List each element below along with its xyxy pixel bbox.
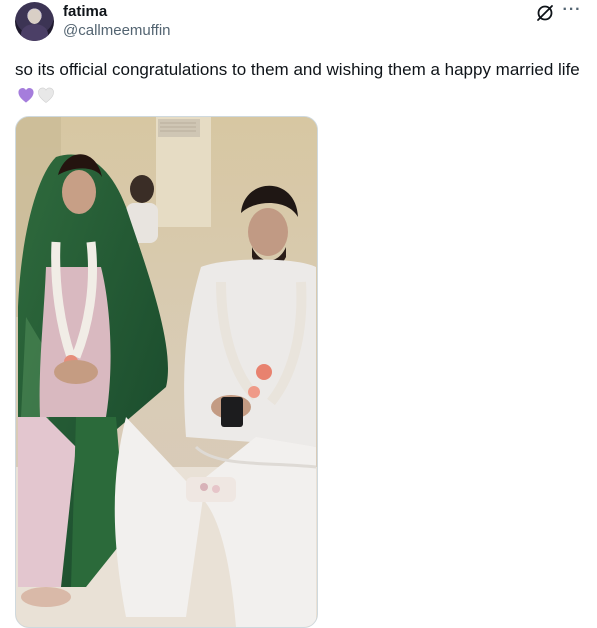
avatar-face	[28, 9, 41, 24]
tweet-card[interactable]: fatima @callmeemuffin ··· so its officia…	[0, 0, 597, 628]
wedding-photo	[16, 117, 317, 627]
grok-icon[interactable]	[535, 3, 555, 23]
avatar-body	[21, 24, 48, 41]
tweet-text-content: so its official congratulations to them …	[15, 60, 580, 79]
tweet-text: so its official congratulations to them …	[15, 57, 585, 109]
more-options-icon[interactable]: ···	[562, 2, 582, 22]
white-heart-icon	[38, 87, 54, 103]
tweet-media[interactable]	[15, 116, 318, 628]
profile-avatar[interactable]	[15, 2, 54, 41]
purple-heart-icon	[18, 87, 34, 103]
author-handle[interactable]: @callmeemuffin	[63, 22, 171, 39]
author-display-name[interactable]: fatima	[63, 3, 107, 20]
